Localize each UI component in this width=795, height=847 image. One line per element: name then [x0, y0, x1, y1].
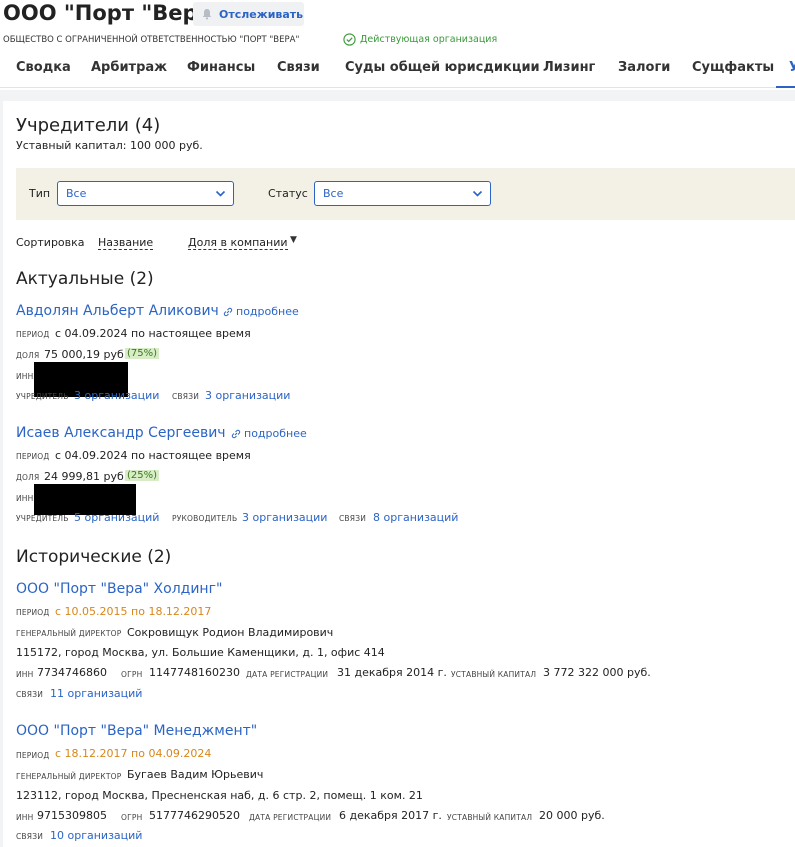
tab-courts[interactable]: Суды общей юрисдикции	[345, 60, 540, 75]
head-orgs-link[interactable]: 3 организации	[242, 511, 327, 524]
reg-date-value: 31 декабря 2014 г.	[337, 666, 447, 679]
type-filter-label: Тип	[29, 187, 51, 200]
inn-value: 7734746860	[37, 666, 107, 679]
tab-founders[interactable]: У	[789, 60, 795, 75]
status-text: Действующая организация	[360, 34, 498, 45]
active-tab-indicator	[776, 86, 795, 88]
type-select-value: Все	[66, 187, 87, 200]
current-section-title: Актуальные (2)	[16, 269, 154, 289]
link-icon	[231, 429, 241, 438]
period-value: с 04.09.2024 по настоящее время	[55, 449, 251, 462]
director-name: Бугаев Вадим Юрьевич	[127, 768, 264, 781]
links-label: СВЯЗИ	[16, 832, 44, 841]
share-value: 24 999,81 руб.	[44, 470, 128, 483]
links-orgs-link[interactable]: 11 организаций	[50, 687, 142, 700]
share-label: ДОЛЯ	[16, 351, 40, 360]
inn-label: ИНН	[16, 813, 34, 822]
ogrn-label: ОГРН	[121, 813, 143, 822]
links-label: СВЯЗИ	[339, 514, 367, 523]
tab-leasing[interactable]: Лизинг	[543, 60, 595, 75]
capital-label: УСТАВНЫЙ КАПИТАЛ	[451, 670, 537, 679]
section-title: Учредители (4)	[16, 115, 161, 136]
founder-orgs-link[interactable]: 3 организации	[74, 389, 159, 402]
company-full-name: ОБЩЕСТВО С ОГРАНИЧЕННОЙ ОТВЕТСТВЕННОСТЬЮ…	[3, 35, 300, 45]
track-button[interactable]: Отслеживать	[193, 2, 304, 26]
founder-label: УЧРЕДИТЕЛЬ	[16, 514, 69, 523]
founder-name-link[interactable]: Исаев Александр Сергеевич	[16, 425, 226, 441]
founder-label: УЧРЕДИТЕЛЬ	[16, 392, 69, 401]
links-label: СВЯЗИ	[172, 392, 200, 401]
reg-date-label: ДАТА РЕГИСТРАЦИИ	[246, 670, 329, 679]
period-value: с 18.12.2017 по 04.09.2024	[55, 747, 212, 760]
links-label: СВЯЗИ	[16, 690, 44, 699]
sort-by-share[interactable]: Доля в компании	[188, 236, 288, 250]
links-orgs-link[interactable]: 3 организации	[205, 389, 290, 402]
details-link[interactable]: подробнее	[223, 305, 299, 318]
tab-material-facts[interactable]: Сущфакты	[692, 60, 774, 75]
inn-label: ИНН	[16, 670, 34, 679]
inn-value: 9715309805	[37, 809, 107, 822]
inn-label: ИНН	[16, 372, 34, 381]
founder-name-link[interactable]: Авдолян Альберт Аликович	[16, 303, 219, 319]
reg-date-label: ДАТА РЕГИСТРАЦИИ	[249, 813, 332, 822]
period-value: с 10.05.2015 по 18.12.2017	[55, 605, 212, 618]
ogrn-label: ОГРН	[121, 670, 143, 679]
share-percent-badge: (75%)	[125, 348, 160, 359]
period-label: ПЕРИОД	[16, 330, 50, 339]
authorized-capital: Уставный капитал: 100 000 руб.	[16, 139, 203, 152]
period-label: ПЕРИОД	[16, 452, 50, 461]
tab-finance[interactable]: Финансы	[187, 60, 255, 75]
details-link-label: подробнее	[244, 427, 307, 440]
reg-date-value: 6 декабря 2017 г.	[339, 809, 442, 822]
chevron-down-icon	[472, 190, 483, 197]
tab-connections[interactable]: Связи	[277, 60, 320, 75]
share-value: 75 000,19 руб.	[44, 348, 128, 361]
details-link-label: подробнее	[236, 305, 299, 318]
company-header: ООО "Порт "Вера" Отслеживать ОБЩЕСТВО С …	[0, 0, 795, 90]
company-address: 115172, город Москва, ул. Большие Каменщ…	[16, 646, 385, 659]
bell-icon	[202, 9, 212, 20]
page-title: ООО "Порт "Вера"	[3, 1, 223, 25]
tab-pledges[interactable]: Залоги	[618, 60, 670, 75]
chevron-down-icon	[215, 190, 226, 197]
director-label: ГЕНЕРАЛЬНЫЙ ДИРЕКТОР	[16, 772, 122, 781]
track-button-label: Отслеживать	[219, 7, 304, 21]
check-circle-icon	[343, 33, 356, 46]
period-label: ПЕРИОД	[16, 608, 50, 617]
status-select[interactable]: Все	[314, 181, 491, 206]
tab-summary[interactable]: Сводка	[16, 60, 71, 75]
ogrn-value: 5177746290520	[149, 809, 240, 822]
ogrn-value: 1147748160230	[149, 666, 240, 679]
historic-company-link[interactable]: ООО "Порт "Вера" Холдинг"	[16, 581, 222, 597]
links-orgs-link[interactable]: 8 организаций	[373, 511, 458, 524]
head-label: РУКОВОДИТЕЛЬ	[172, 514, 238, 523]
historic-section-title: Исторические (2)	[16, 547, 172, 567]
capital-label: УСТАВНЫЙ КАПИТАЛ	[447, 813, 533, 822]
tab-arbitration[interactable]: Арбитраж	[91, 60, 167, 75]
share-label: ДОЛЯ	[16, 473, 40, 482]
founder-orgs-link[interactable]: 5 организаций	[74, 511, 159, 524]
capital-value: 20 000 руб.	[539, 809, 605, 822]
period-label: ПЕРИОД	[16, 751, 50, 760]
details-link[interactable]: подробнее	[231, 427, 307, 440]
share-percent-badge: (25%)	[125, 470, 160, 481]
link-icon	[223, 307, 233, 316]
capital-value: 3 772 322 000 руб.	[543, 666, 651, 679]
links-orgs-link[interactable]: 10 организаций	[50, 829, 142, 842]
period-value: с 04.09.2024 по настоящее время	[55, 327, 251, 340]
director-name: Сокровищук Родион Владимирович	[127, 626, 334, 639]
tab-bar: Сводка Арбитраж Финансы Связи Суды общей…	[0, 56, 795, 88]
sort-label: Сортировка	[16, 236, 85, 249]
company-address: 123112, город Москва, Пресненская наб, д…	[16, 789, 423, 802]
director-label: ГЕНЕРАЛЬНЫЙ ДИРЕКТОР	[16, 629, 122, 638]
inn-label: ИНН	[16, 494, 34, 503]
sort-desc-icon: ▼	[290, 235, 297, 245]
status-select-value: Все	[323, 187, 344, 200]
historic-company-link[interactable]: ООО "Порт "Вера" Менеджмент"	[16, 723, 257, 739]
sort-by-name[interactable]: Название	[98, 236, 154, 250]
status-badge: Действующая организация	[343, 33, 497, 46]
status-filter-label: Статус	[268, 187, 308, 200]
type-select[interactable]: Все	[57, 181, 234, 206]
